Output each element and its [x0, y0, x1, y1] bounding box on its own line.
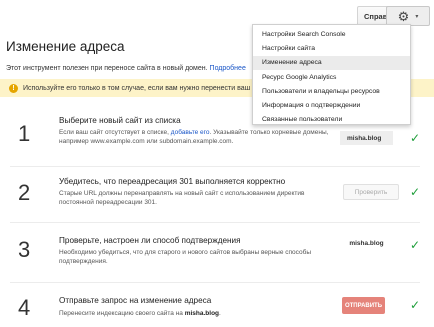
- warning-text: Используйте его только в том случае, есл…: [23, 84, 251, 92]
- step-4-number: 4: [18, 295, 31, 320]
- gear-icon: ⚙: [397, 8, 410, 24]
- intro-text: Этот инструмент полезен при переносе сай…: [6, 65, 246, 72]
- learn-more-link[interactable]: Подробнее: [210, 65, 246, 72]
- chevron-down-icon: ▾: [415, 13, 419, 20]
- step-4-description: Перенесите индексацию своего сайта на mi…: [59, 309, 331, 318]
- menu-item-users-owners[interactable]: Пользователи и владельцы ресурсов: [253, 84, 410, 98]
- menu-item-site-settings[interactable]: Настройки сайта: [253, 41, 410, 55]
- menu-item-verification-info[interactable]: Информация о подтверждении: [253, 98, 410, 112]
- step-3-description: Необходимо убедиться, что для старого и …: [59, 249, 311, 265]
- menu-item-search-console-settings[interactable]: Настройки Search Console: [253, 27, 410, 41]
- intro-text-body: Этот инструмент полезен при переносе сай…: [6, 65, 210, 72]
- step-4-desc-text: Перенесите индексацию своего сайта на: [59, 310, 185, 317]
- step-3-title: Проверьте, настроен ли способ подтвержде…: [59, 236, 241, 245]
- step-1-desc-text: Если ваш сайт отсутствует в списке,: [59, 129, 171, 136]
- site-select[interactable]: misha.blog: [340, 131, 393, 145]
- divider: [10, 282, 420, 283]
- settings-button[interactable]: ⚙ ▾: [386, 6, 430, 26]
- page-title: Изменение адреса: [6, 39, 125, 54]
- divider: [10, 166, 420, 167]
- step-1-title: Выберите новый сайт из списка: [59, 116, 181, 125]
- check-redirect-button[interactable]: Проверить: [343, 184, 399, 200]
- step-3-number: 3: [18, 237, 31, 262]
- settings-dropdown-menu: Настройки Search Console Настройки сайта…: [252, 24, 411, 125]
- verified-site-label: misha.blog: [349, 239, 384, 247]
- step-2-number: 2: [18, 180, 31, 205]
- step-1-number: 1: [18, 121, 31, 146]
- new-site-name: misha.blog: [184, 310, 220, 317]
- add-site-link[interactable]: добавьте его: [171, 129, 210, 136]
- step-2-check-icon: ✓: [410, 185, 421, 199]
- step-2-description: Старые URL должны перенаправлять на новы…: [59, 190, 305, 206]
- menu-item-associated-users[interactable]: Связанные пользователи: [253, 113, 410, 127]
- step-1-description: Если ваш сайт отсутствует в списке, доба…: [59, 128, 331, 146]
- menu-item-change-address[interactable]: Изменение адреса: [253, 55, 410, 70]
- menu-item-google-analytics[interactable]: Ресурс Google Analytics: [253, 70, 410, 84]
- divider: [10, 222, 420, 223]
- send-button[interactable]: ОТПРАВИТЬ: [342, 297, 385, 314]
- step-4-desc-end: .: [219, 310, 221, 317]
- warning-icon: !: [9, 83, 18, 93]
- step-3-check-icon: ✓: [410, 238, 421, 252]
- step-4-check-icon: ✓: [410, 298, 421, 312]
- step-1-check-icon: ✓: [410, 131, 421, 145]
- step-4-title: Отправьте запрос на изменение адреса: [59, 296, 212, 305]
- step-2-title: Убедитесь, что переадресация 301 выполня…: [59, 177, 286, 186]
